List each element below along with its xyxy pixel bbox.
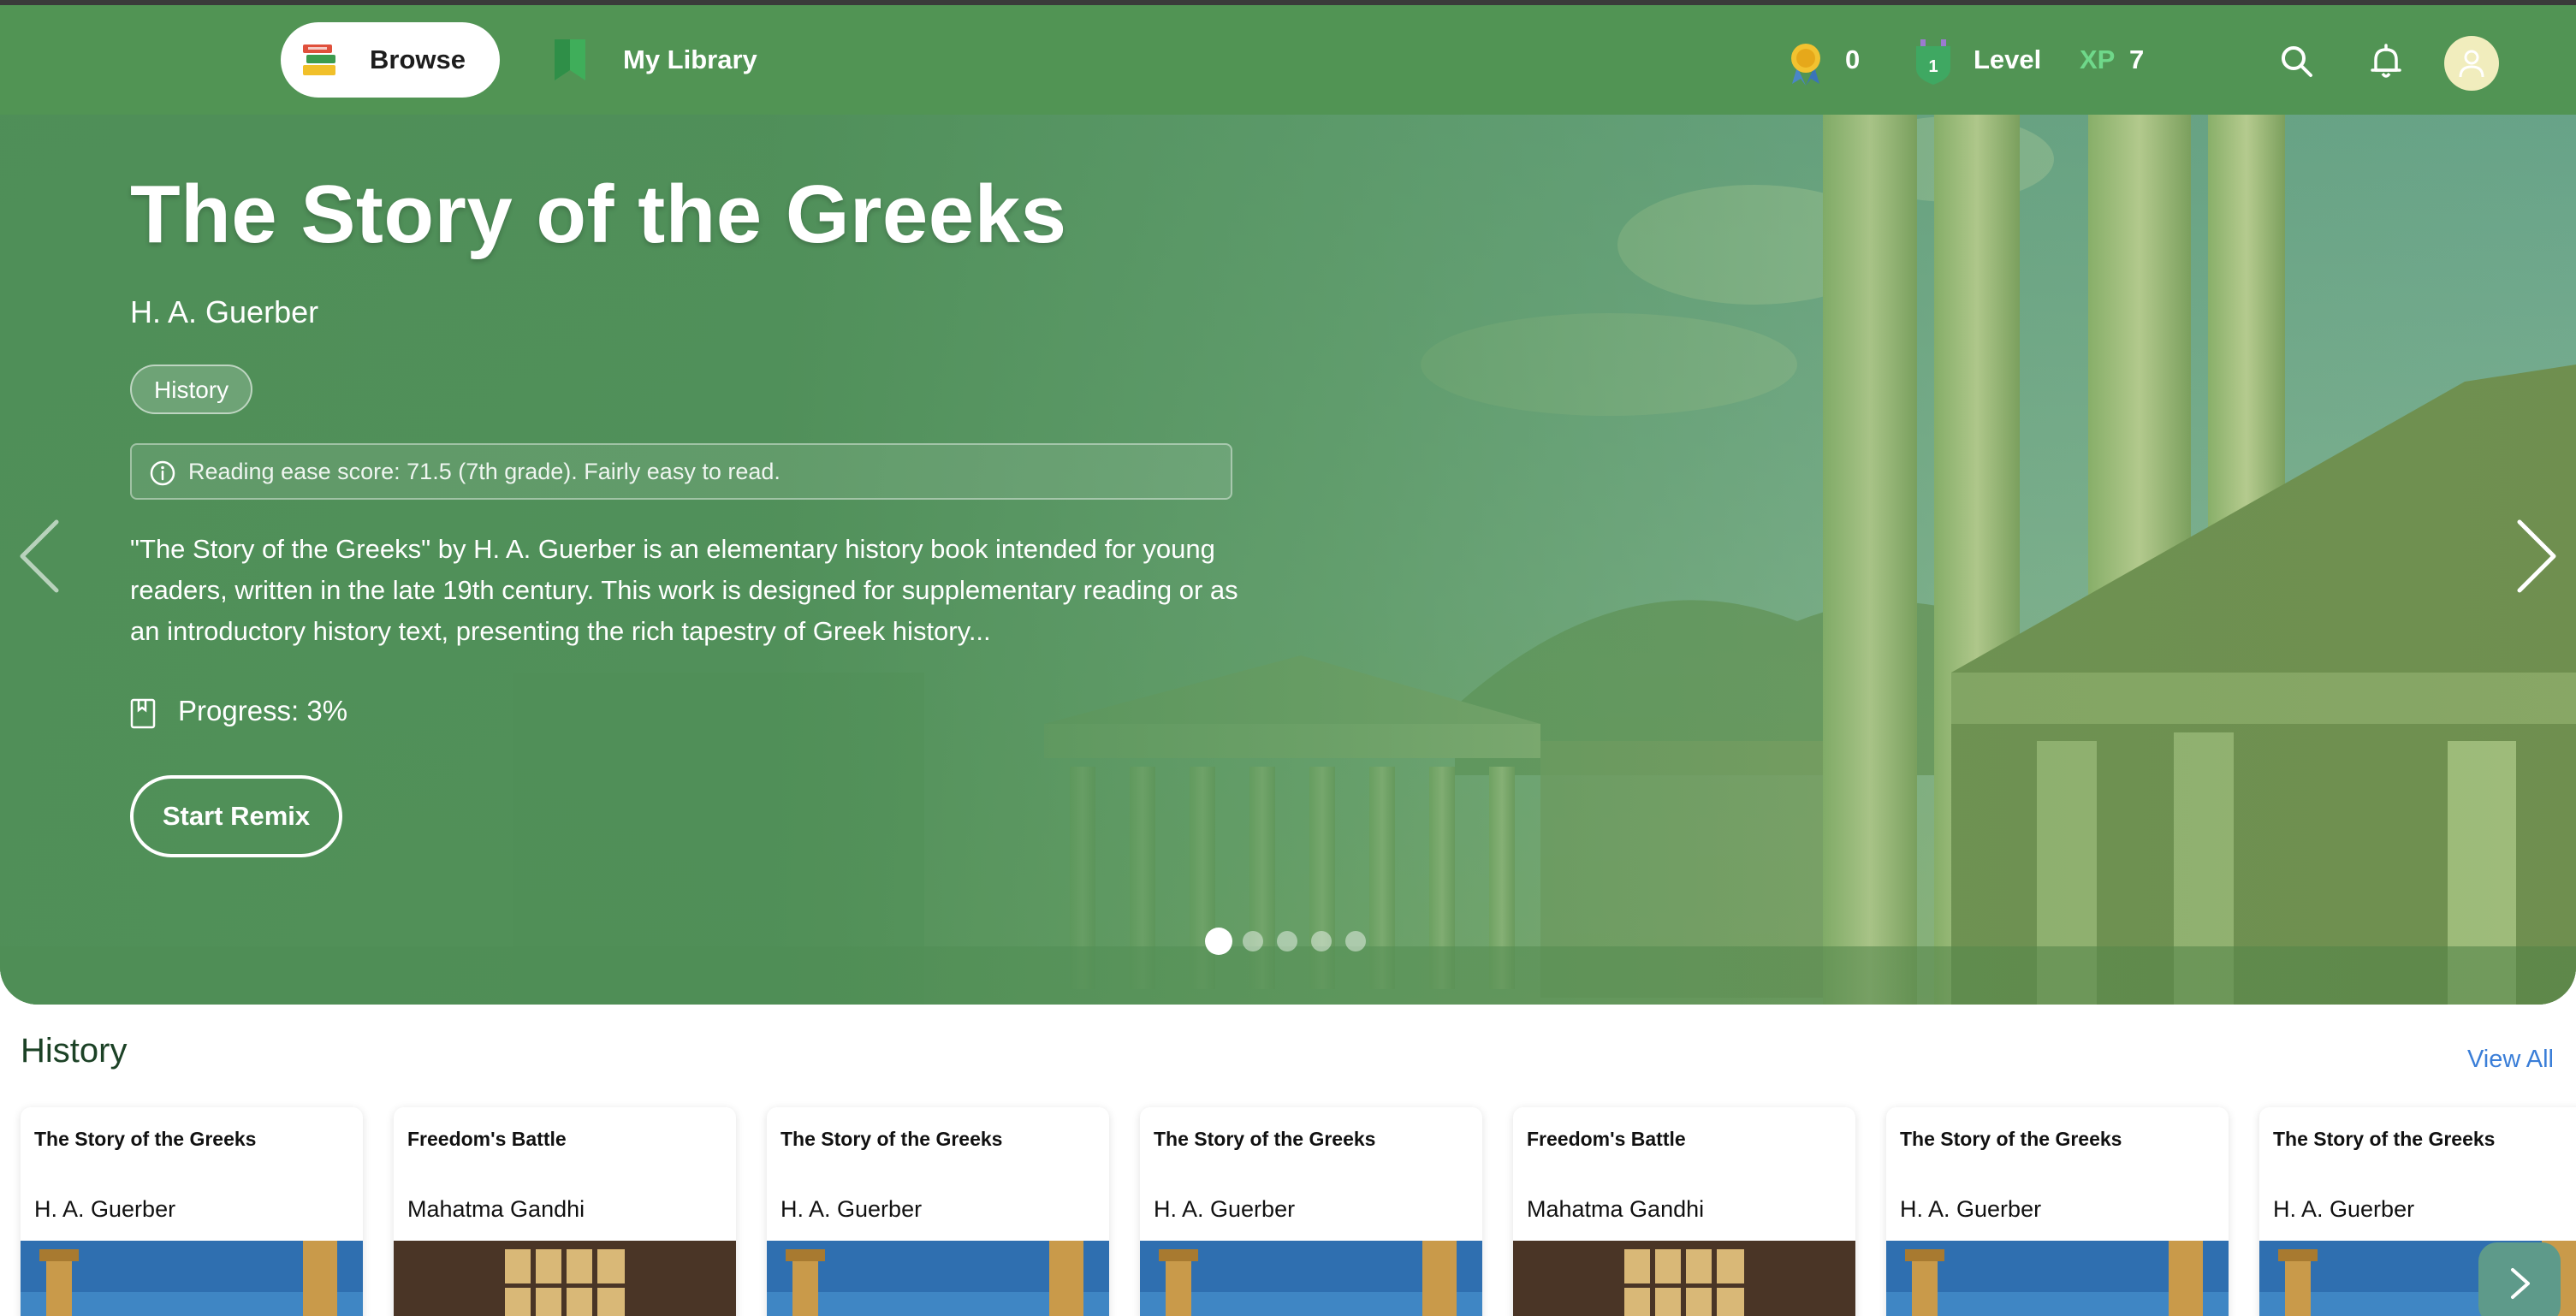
carousel-dot-5[interactable] [1345, 931, 1366, 951]
carousel-dot-2[interactable] [1243, 931, 1263, 951]
reading-ease-text: Reading ease score: 71.5 (7th grade). Fa… [188, 459, 781, 484]
carousel-dot-3[interactable] [1277, 931, 1297, 951]
carousel-dot-1[interactable] [1205, 928, 1232, 955]
carousel-next-icon[interactable] [2511, 513, 2562, 599]
book-card[interactable]: The Story of the Greeks H. A. Guerber [1886, 1107, 2229, 1316]
search-icon[interactable] [2276, 41, 2318, 82]
start-remix-button[interactable]: Start Remix [130, 775, 342, 857]
badges-count: 0 [1845, 44, 1861, 74]
level-shield-icon: 1 [1916, 39, 1950, 85]
book-card-author: H. A. Guerber [1154, 1196, 1296, 1222]
book-cover-image [1140, 1241, 1482, 1316]
carousel-dot-4[interactable] [1311, 931, 1332, 951]
chevron-right-icon [2511, 1268, 2530, 1299]
nav-my-library-label: My Library [623, 44, 757, 74]
section-title-history: History [21, 1032, 128, 1070]
hero-green-overlay [0, 5, 2576, 1005]
nav-my-library-tab[interactable]: My Library [544, 22, 784, 98]
user-icon [2459, 50, 2484, 78]
view-all-link[interactable]: View All [2467, 1046, 2554, 1074]
bell-icon[interactable] [2365, 41, 2407, 82]
book-cover-image [1513, 1241, 1855, 1316]
book-card-title: The Story of the Greeks [2273, 1128, 2496, 1150]
book-card[interactable]: Freedom's Battle Mahatma Gandhi [394, 1107, 736, 1316]
book-cover-image [394, 1241, 736, 1316]
hero-progress-text: Progress: 3% [178, 695, 348, 726]
book-card-author: Mahatma Gandhi [1527, 1196, 1705, 1222]
book-card-title: Freedom's Battle [1527, 1128, 1686, 1150]
book-card[interactable]: The Story of the Greeks H. A. Guerber [1140, 1107, 1482, 1316]
book-card-title: The Story of the Greeks [1154, 1128, 1376, 1150]
book-cover-image [21, 1241, 363, 1316]
top-nav: Browse My Library 0 1 Level XP 7 [0, 5, 2576, 115]
info-icon [150, 460, 175, 486]
hero-description: "The Story of the Greeks" by H. A. Guerb… [130, 534, 1238, 646]
level-label: Level [1974, 44, 2042, 74]
book-cover-image [1886, 1241, 2229, 1316]
level-value: 1 [1928, 57, 1938, 76]
nav-browse-tab[interactable]: Browse [281, 22, 500, 98]
carousel-dots [0, 926, 2576, 955]
book-card-title: The Story of the Greeks [781, 1128, 1003, 1150]
xp-value: 7 [2129, 44, 2145, 74]
nav-browse-label: Browse [370, 44, 466, 74]
app-root: Browse My Library 0 1 Level XP 7 The Sto… [0, 0, 2576, 1316]
book-card-author: H. A. Guerber [34, 1196, 176, 1222]
book-card[interactable]: The Story of the Greeks H. A. Guerber [21, 1107, 363, 1316]
book-card[interactable]: Freedom's Battle Mahatma Gandhi [1513, 1107, 1855, 1316]
carousel-prev-icon[interactable] [14, 513, 65, 599]
book-card-row: The Story of the Greeks H. A. Guerber Fr… [0, 1107, 2576, 1316]
book-card-author: H. A. Guerber [1900, 1196, 2042, 1222]
book-card-author: H. A. Guerber [2273, 1196, 2415, 1222]
hero-carousel [0, 5, 2576, 1005]
book-card-author: H. A. Guerber [781, 1196, 923, 1222]
book-progress-icon [130, 698, 156, 729]
medal-icon [1791, 44, 1820, 86]
book-card[interactable]: The Story of the Greeks H. A. Guerber [767, 1107, 1109, 1316]
book-card-author: Mahatma Gandhi [407, 1196, 585, 1222]
cards-scroll-next-button[interactable] [2478, 1242, 2561, 1316]
bookmark-icon [555, 39, 585, 80]
book-cover-image [767, 1241, 1109, 1316]
book-card-title: The Story of the Greeks [34, 1128, 257, 1150]
user-avatar[interactable] [2444, 36, 2499, 91]
xp-label: XP [2080, 44, 2116, 74]
book-card-title: The Story of the Greeks [1900, 1128, 2122, 1150]
hero-title: The Story of the Greeks [130, 169, 1067, 260]
hero-author: H. A. Guerber [130, 294, 319, 329]
books-icon [303, 44, 335, 75]
book-card-title: Freedom's Battle [407, 1128, 567, 1150]
hero-genre-tag[interactable]: History [130, 365, 253, 414]
reading-ease-box: Reading ease score: 71.5 (7th grade). Fa… [130, 443, 1232, 500]
